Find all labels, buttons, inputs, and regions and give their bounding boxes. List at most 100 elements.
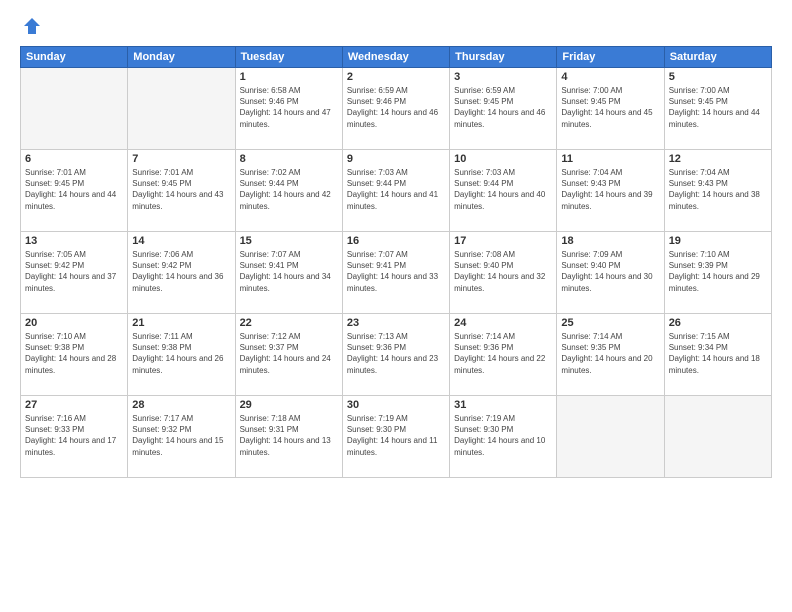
day-info: Sunrise: 7:19 AMSunset: 9:30 PMDaylight:… (454, 413, 552, 458)
day-info: Sunrise: 7:10 AMSunset: 9:39 PMDaylight:… (669, 249, 767, 294)
day-number: 29 (240, 399, 338, 411)
day-cell-28: 28 Sunrise: 7:17 AMSunset: 9:32 PMDayligh… (128, 396, 235, 478)
day-number: 27 (25, 399, 123, 411)
day-number: 5 (669, 71, 767, 83)
day-info: Sunrise: 7:03 AMSunset: 9:44 PMDaylight:… (347, 167, 445, 212)
day-number: 3 (454, 71, 552, 83)
day-number: 4 (561, 71, 659, 83)
day-cell-18: 18 Sunrise: 7:09 AMSunset: 9:40 PMDayligh… (557, 232, 664, 314)
day-cell-23: 23Sunrise: 7:13 AMSunset: 9:36 PMDayligh… (342, 314, 449, 396)
empty-cell (21, 68, 128, 150)
day-cell-6: 6 Sunrise: 7:01 AMSunset: 9:45 PMDaylight… (21, 150, 128, 232)
week-row-4: 20Sunrise: 7:10 AMSunset: 9:38 PMDayligh… (21, 314, 772, 396)
column-header-thursday: Thursday (450, 47, 557, 68)
day-number: 8 (240, 153, 338, 165)
day-info: Sunrise: 7:04 AMSunset: 9:43 PMDaylight:… (561, 167, 659, 212)
day-info: Sunrise: 7:08 AMSunset: 9:40 PMDaylight:… (454, 249, 552, 294)
day-info: Sunrise: 6:59 AMSunset: 9:46 PMDaylight:… (347, 85, 445, 130)
column-header-saturday: Saturday (664, 47, 771, 68)
day-info: Sunrise: 7:04 AMSunset: 9:43 PMDaylight:… (669, 167, 767, 212)
empty-cell (128, 68, 235, 150)
day-number: 31 (454, 399, 552, 411)
day-info: Sunrise: 7:07 AMSunset: 9:41 PMDaylight:… (240, 249, 338, 294)
day-info: Sunrise: 7:14 AMSunset: 9:36 PMDaylight:… (454, 331, 552, 376)
day-info: Sunrise: 7:05 AMSunset: 9:42 PMDaylight:… (25, 249, 123, 294)
day-cell-21: 21 Sunrise: 7:11 AMSunset: 9:38 PMDayligh… (128, 314, 235, 396)
day-number: 21 (132, 317, 230, 329)
day-cell-19: 19 Sunrise: 7:10 AMSunset: 9:39 PMDayligh… (664, 232, 771, 314)
column-header-tuesday: Tuesday (235, 47, 342, 68)
header (20, 16, 772, 36)
day-number: 23 (347, 317, 445, 329)
column-header-monday: Monday (128, 47, 235, 68)
column-header-sunday: Sunday (21, 47, 128, 68)
day-info: Sunrise: 7:15 AMSunset: 9:34 PMDaylight:… (669, 331, 767, 376)
day-info: Sunrise: 7:14 AMSunset: 9:35 PMDaylight:… (561, 331, 659, 376)
day-cell-10: 10 Sunrise: 7:03 AMSunset: 9:44 PMDayligh… (450, 150, 557, 232)
day-number: 12 (669, 153, 767, 165)
day-cell-8: 8Sunrise: 7:02 AMSunset: 9:44 PMDaylight… (235, 150, 342, 232)
day-cell-17: 17 Sunrise: 7:08 AMSunset: 9:40 PMDayligh… (450, 232, 557, 314)
day-info: Sunrise: 6:59 AMSunset: 9:45 PMDaylight:… (454, 85, 552, 130)
week-row-3: 13 Sunrise: 7:05 AMSunset: 9:42 PMDayligh… (21, 232, 772, 314)
day-info: Sunrise: 7:11 AMSunset: 9:38 PMDaylight:… (132, 331, 230, 376)
day-number: 13 (25, 235, 123, 247)
day-number: 10 (454, 153, 552, 165)
day-number: 19 (669, 235, 767, 247)
empty-cell (557, 396, 664, 478)
day-info: Sunrise: 7:07 AMSunset: 9:41 PMDaylight:… (347, 249, 445, 294)
calendar-table: SundayMondayTuesdayWednesdayThursdayFrid… (20, 46, 772, 478)
day-number: 6 (25, 153, 123, 165)
day-number: 28 (132, 399, 230, 411)
day-number: 30 (347, 399, 445, 411)
day-number: 26 (669, 317, 767, 329)
column-header-friday: Friday (557, 47, 664, 68)
day-number: 25 (561, 317, 659, 329)
day-info: Sunrise: 7:00 AMSunset: 9:45 PMDaylight:… (561, 85, 659, 130)
day-number: 11 (561, 153, 659, 165)
day-number: 16 (347, 235, 445, 247)
day-info: Sunrise: 7:03 AMSunset: 9:44 PMDaylight:… (454, 167, 552, 212)
empty-cell (664, 396, 771, 478)
day-cell-7: 7 Sunrise: 7:01 AMSunset: 9:45 PMDaylight… (128, 150, 235, 232)
column-header-wednesday: Wednesday (342, 47, 449, 68)
day-number: 9 (347, 153, 445, 165)
day-info: Sunrise: 7:09 AMSunset: 9:40 PMDaylight:… (561, 249, 659, 294)
day-cell-25: 25 Sunrise: 7:14 AMSunset: 9:35 PMDayligh… (557, 314, 664, 396)
day-cell-12: 12 Sunrise: 7:04 AMSunset: 9:43 PMDayligh… (664, 150, 771, 232)
day-number: 24 (454, 317, 552, 329)
day-cell-30: 30 Sunrise: 7:19 AMSunset: 9:30 PMDayligh… (342, 396, 449, 478)
day-info: Sunrise: 7:19 AMSunset: 9:30 PMDaylight:… (347, 413, 445, 458)
day-cell-20: 20Sunrise: 7:10 AMSunset: 9:38 PMDayligh… (21, 314, 128, 396)
day-cell-29: 29Sunrise: 7:18 AMSunset: 9:31 PMDayligh… (235, 396, 342, 478)
day-cell-9: 9 Sunrise: 7:03 AMSunset: 9:44 PMDaylight… (342, 150, 449, 232)
week-row-5: 27 Sunrise: 7:16 AMSunset: 9:33 PMDayligh… (21, 396, 772, 478)
day-cell-31: 31 Sunrise: 7:19 AMSunset: 9:30 PMDayligh… (450, 396, 557, 478)
day-number: 15 (240, 235, 338, 247)
day-cell-16: 16 Sunrise: 7:07 AMSunset: 9:41 PMDayligh… (342, 232, 449, 314)
day-info: Sunrise: 6:58 AMSunset: 9:46 PMDaylight:… (240, 85, 338, 130)
day-info: Sunrise: 7:01 AMSunset: 9:45 PMDaylight:… (132, 167, 230, 212)
day-number: 18 (561, 235, 659, 247)
day-number: 1 (240, 71, 338, 83)
day-info: Sunrise: 7:16 AMSunset: 9:33 PMDaylight:… (25, 413, 123, 458)
day-cell-13: 13 Sunrise: 7:05 AMSunset: 9:42 PMDayligh… (21, 232, 128, 314)
day-cell-5: 5 Sunrise: 7:00 AMSunset: 9:45 PMDaylight… (664, 68, 771, 150)
day-cell-4: 4 Sunrise: 7:00 AMSunset: 9:45 PMDaylight… (557, 68, 664, 150)
day-cell-11: 11 Sunrise: 7:04 AMSunset: 9:43 PMDayligh… (557, 150, 664, 232)
week-row-1: 1 Sunrise: 6:58 AMSunset: 9:46 PMDaylight… (21, 68, 772, 150)
day-info: Sunrise: 7:00 AMSunset: 9:45 PMDaylight:… (669, 85, 767, 130)
logo-icon (22, 16, 42, 36)
day-info: Sunrise: 7:01 AMSunset: 9:45 PMDaylight:… (25, 167, 123, 212)
logo (20, 16, 42, 36)
day-cell-26: 26 Sunrise: 7:15 AMSunset: 9:34 PMDayligh… (664, 314, 771, 396)
day-info: Sunrise: 7:17 AMSunset: 9:32 PMDaylight:… (132, 413, 230, 458)
day-cell-24: 24 Sunrise: 7:14 AMSunset: 9:36 PMDayligh… (450, 314, 557, 396)
day-cell-1: 1 Sunrise: 6:58 AMSunset: 9:46 PMDaylight… (235, 68, 342, 150)
day-number: 2 (347, 71, 445, 83)
day-info: Sunrise: 7:12 AMSunset: 9:37 PMDaylight:… (240, 331, 338, 376)
day-number: 22 (240, 317, 338, 329)
day-number: 7 (132, 153, 230, 165)
day-number: 17 (454, 235, 552, 247)
day-cell-27: 27 Sunrise: 7:16 AMSunset: 9:33 PMDayligh… (21, 396, 128, 478)
